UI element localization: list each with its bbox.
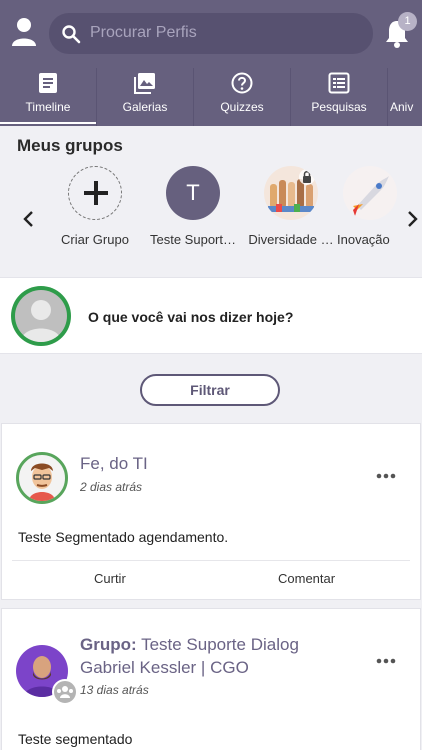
tab-quizzes[interactable]: Quizzes: [194, 68, 291, 126]
group-item[interactable]: T Teste Suport…: [141, 166, 245, 247]
top-bar: Procurar Perfis 1: [0, 0, 422, 68]
composer-prompt: O que você vai nos dizer hoje?: [88, 309, 294, 325]
search-input[interactable]: Procurar Perfis: [49, 13, 373, 54]
group-prefix: Grupo:: [80, 635, 137, 654]
group-name[interactable]: Teste Suporte Dialog: [141, 635, 299, 654]
avatar: [11, 286, 71, 346]
tab-bar: Timeline Galerias Quizzes Pesquisas Aniv: [0, 68, 422, 126]
post-card: Fe, do TI 2 dias atrás Teste Segmentado …: [1, 423, 421, 600]
avatar[interactable]: [16, 452, 68, 504]
rocket-icon: [353, 176, 389, 216]
add-group-button[interactable]: [68, 166, 122, 220]
tab-galerias[interactable]: Galerias: [97, 68, 194, 126]
notification-badge: 1: [398, 12, 417, 31]
chevron-left-icon[interactable]: [22, 210, 36, 228]
group-item[interactable]: Inovação: [337, 166, 403, 247]
tab-pesquisas[interactable]: Pesquisas: [291, 68, 388, 126]
group-avatar: T: [166, 166, 220, 220]
more-options-icon[interactable]: [375, 657, 397, 665]
survey-icon: [328, 72, 350, 94]
group-avatar: [264, 166, 318, 220]
tab-aniversarios[interactable]: Aniv: [388, 68, 422, 126]
filter-button[interactable]: Filtrar: [140, 374, 280, 406]
search-placeholder: Procurar Perfis: [90, 24, 197, 41]
timeline-icon: [39, 73, 57, 93]
post-author[interactable]: Gabriel Kessler | CGO: [80, 658, 249, 677]
group-label: Teste Suport…: [150, 232, 236, 247]
tab-label: Pesquisas: [311, 100, 367, 114]
default-user-icon: [21, 300, 61, 342]
tab-label: Timeline: [25, 100, 71, 114]
like-button[interactable]: Curtir: [94, 571, 126, 586]
group-avatar: [343, 166, 397, 220]
user-icon[interactable]: [10, 16, 38, 48]
post-composer[interactable]: O que você vai nos dizer hoje?: [0, 277, 422, 354]
post-header: Grupo: Teste Suporte Dialog Gabriel Kess…: [80, 633, 299, 679]
group-label: Criar Grupo: [61, 232, 129, 247]
post-time: 2 dias atrás: [80, 480, 143, 494]
my-groups: Meus grupos Criar Grupo T Teste Suport…: [0, 126, 422, 274]
plus-icon: [84, 181, 108, 205]
group-label: Diversidade …: [248, 232, 334, 247]
group-badge-icon: [52, 679, 78, 705]
tab-label: Quizzes: [220, 100, 264, 114]
groups-title: Meus grupos: [17, 136, 123, 155]
post-card: Grupo: Teste Suporte Dialog Gabriel Kess…: [1, 608, 421, 750]
post-author[interactable]: Fe, do TI: [80, 454, 148, 474]
group-item[interactable]: Diversidade …: [239, 166, 343, 247]
more-options-icon[interactable]: [375, 472, 397, 480]
tab-label: Galerias: [122, 100, 168, 114]
gallery-icon: [134, 73, 155, 94]
post-time: 13 dias atrás: [80, 683, 149, 697]
post-actions: Curtir Comentar: [12, 560, 410, 600]
post-body: Teste Segmentado agendamento.: [18, 529, 229, 545]
tab-timeline[interactable]: Timeline: [0, 68, 97, 126]
search-icon: [62, 25, 81, 44]
group-item-create[interactable]: Criar Grupo: [43, 166, 147, 247]
cartoon-avatar-icon: [29, 463, 55, 501]
group-label: Inovação: [337, 232, 390, 247]
chevron-right-icon[interactable]: [405, 210, 419, 228]
lock-icon: [299, 169, 315, 185]
tab-label: Aniv: [390, 100, 414, 114]
comment-button[interactable]: Comentar: [278, 571, 335, 586]
quiz-icon: [231, 72, 253, 94]
post-body: Teste segmentado: [18, 731, 133, 747]
